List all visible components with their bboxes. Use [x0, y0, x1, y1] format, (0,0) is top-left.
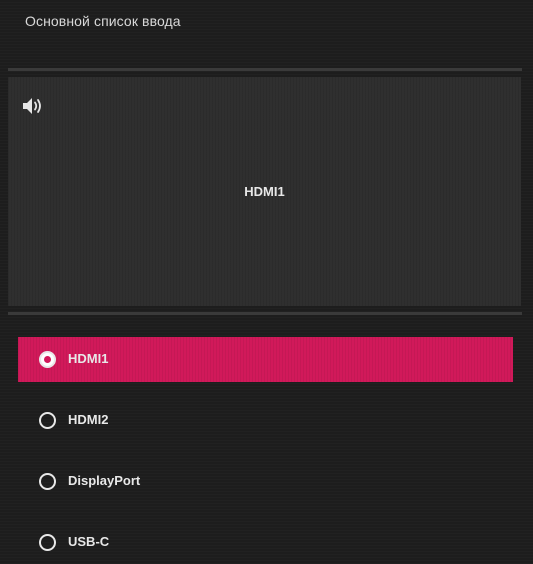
speaker-volume-icon	[23, 98, 41, 114]
input-list-screen: Основной список ввода HDMI1 HDMI1 HDMI2 …	[0, 0, 533, 564]
input-option-label: HDMI2	[68, 412, 109, 427]
input-option-usb-c[interactable]: USB-C	[18, 520, 513, 564]
radio-unselected-icon[interactable]	[39, 412, 56, 429]
preview-input-label: HDMI1	[244, 184, 285, 199]
radio-unselected-icon[interactable]	[39, 473, 56, 490]
input-option-label: USB-C	[68, 534, 110, 549]
radio-selected-icon[interactable]	[39, 351, 56, 368]
input-option-label: HDMI1	[68, 351, 109, 366]
middle-divider	[8, 312, 522, 315]
radio-unselected-icon[interactable]	[39, 534, 56, 551]
input-option-label: DisplayPort	[68, 473, 141, 488]
input-option-hdmi1[interactable]: HDMI1	[18, 337, 513, 382]
input-option-hdmi2[interactable]: HDMI2	[18, 398, 513, 443]
top-divider	[8, 68, 522, 71]
page-title: Основной список ввода	[25, 13, 181, 29]
input-preview-panel: HDMI1	[8, 77, 521, 306]
input-option-displayport[interactable]: DisplayPort	[18, 459, 513, 504]
